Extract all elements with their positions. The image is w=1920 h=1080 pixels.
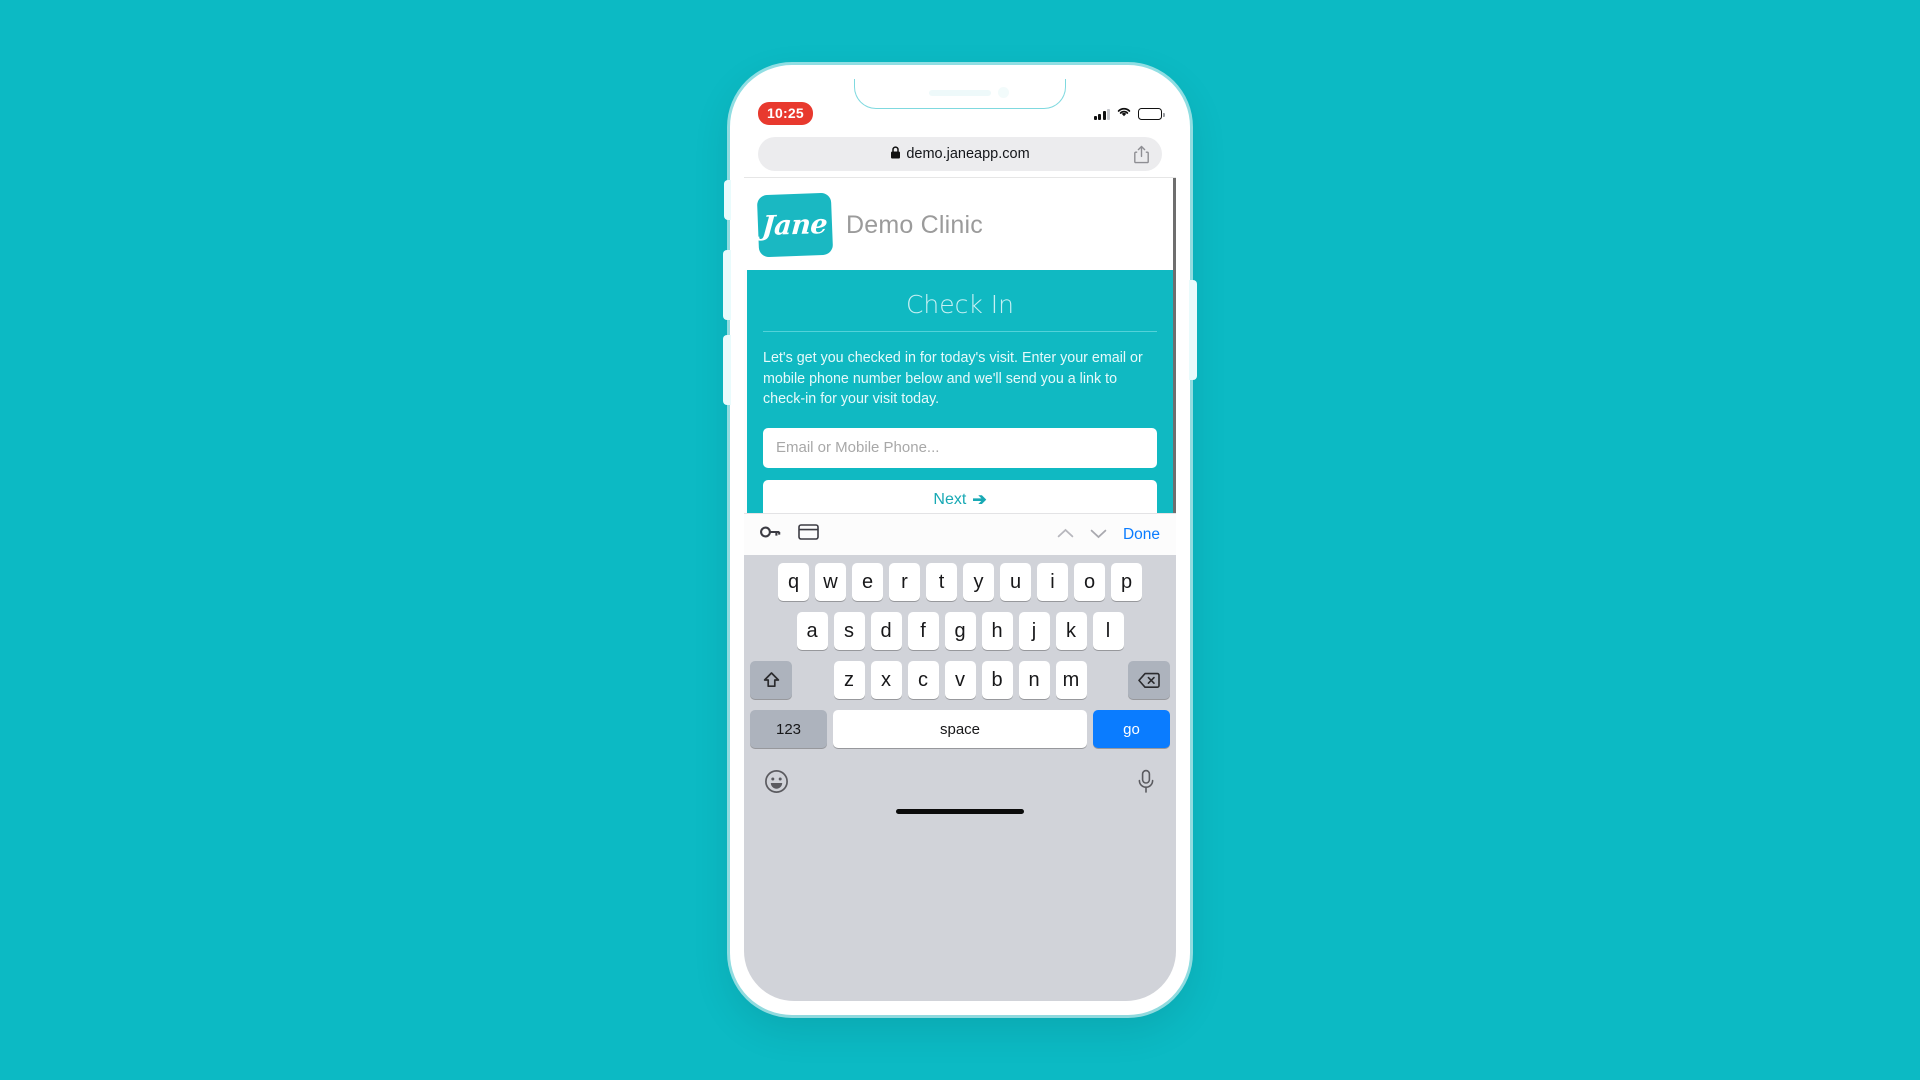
jane-logo: Jane xyxy=(756,192,834,258)
key-o[interactable]: o xyxy=(1074,563,1105,601)
next-button[interactable]: Next ➔ xyxy=(763,479,1157,513)
url-field[interactable]: demo.janeapp.com xyxy=(758,137,1162,171)
key-c[interactable]: c xyxy=(907,661,939,699)
key-w[interactable]: w xyxy=(815,563,846,601)
arrow-right-icon: ➔ xyxy=(972,489,987,509)
web-page-content: Jane Demo Clinic Check In Let's get you … xyxy=(744,177,1176,513)
recording-time-indicator[interactable]: 10:25 xyxy=(758,102,813,125)
on-screen-keyboard: Done qwertyuiop asdfghjkl zxcvbnm 123 sp… xyxy=(744,513,1176,1001)
key-l[interactable]: l xyxy=(1092,612,1124,650)
divider xyxy=(763,331,1157,332)
cellular-signal-icon xyxy=(1093,108,1110,120)
wifi-icon xyxy=(1116,105,1132,123)
keyboard-done-button[interactable]: Done xyxy=(1123,526,1160,544)
key-s[interactable]: s xyxy=(833,612,865,650)
checkin-instructions: Let's get you checked in for today's vis… xyxy=(763,350,1143,408)
url-text: demo.janeapp.com xyxy=(906,146,1030,162)
page-title: Demo Clinic xyxy=(846,210,983,239)
key-y[interactable]: y xyxy=(963,563,994,601)
key-f[interactable]: f xyxy=(907,612,939,650)
phone-screen: 10:25 demo.janeapp.com Jane Demo Clinic … xyxy=(744,79,1176,1001)
keyboard-keys: qwertyuiop asdfghjkl zxcvbnm 123 space g… xyxy=(744,555,1176,748)
checkin-heading: Check In xyxy=(905,290,1015,319)
keyboard-row-4: 123 space go xyxy=(747,710,1173,748)
key-j[interactable]: j xyxy=(1018,612,1050,650)
notch xyxy=(854,79,1066,109)
key-e[interactable]: e xyxy=(852,563,883,601)
key-a[interactable]: a xyxy=(796,612,828,650)
battery-icon xyxy=(1138,108,1165,120)
key-i[interactable]: i xyxy=(1037,563,1068,601)
status-bar-indicators xyxy=(1093,105,1165,123)
checkin-card: Check In Let's get you checked in for to… xyxy=(747,270,1173,513)
key-b[interactable]: b xyxy=(981,661,1013,699)
keyboard-accessory-toolbar: Done xyxy=(744,513,1176,555)
key-k[interactable]: k xyxy=(1055,612,1087,650)
jane-logo-text: Jane xyxy=(761,208,829,242)
emoji-icon[interactable] xyxy=(764,769,789,799)
key-u[interactable]: u xyxy=(1000,563,1031,601)
keyboard-row-2: asdfghjkl xyxy=(747,612,1173,650)
key-x[interactable]: x xyxy=(870,661,902,699)
page-scrollbar[interactable] xyxy=(1173,178,1176,513)
key-z[interactable]: z xyxy=(833,661,865,699)
numbers-key[interactable]: 123 xyxy=(750,710,827,748)
home-indicator[interactable] xyxy=(896,809,1024,814)
microphone-icon[interactable] xyxy=(1136,769,1156,799)
keyboard-row-3-letters: zxcvbnm xyxy=(833,661,1087,699)
lock-icon xyxy=(890,145,901,163)
keyboard-row-3: zxcvbnm xyxy=(747,661,1173,699)
next-button-label: Next xyxy=(933,490,967,508)
key-p[interactable]: p xyxy=(1111,563,1142,601)
phone-device-frame: 10:25 demo.janeapp.com Jane Demo Clinic … xyxy=(723,65,1197,1015)
email-or-phone-input[interactable] xyxy=(763,427,1157,468)
mute-switch-button[interactable] xyxy=(724,180,731,220)
key-t[interactable]: t xyxy=(926,563,957,601)
credit-card-icon[interactable] xyxy=(798,524,819,545)
space-key[interactable]: space xyxy=(833,710,1087,748)
volume-down-button[interactable] xyxy=(723,335,731,405)
key-q[interactable]: q xyxy=(778,563,809,601)
keyboard-bottom-row xyxy=(744,759,1176,803)
status-bar: 10:25 xyxy=(744,79,1176,131)
chevron-down-icon[interactable] xyxy=(1090,526,1107,544)
key-d[interactable]: d xyxy=(870,612,902,650)
front-camera-icon xyxy=(997,87,1009,98)
shift-key[interactable] xyxy=(750,661,792,699)
key-r[interactable]: r xyxy=(889,563,920,601)
browser-url-bar: demo.janeapp.com xyxy=(744,131,1176,177)
go-key[interactable]: go xyxy=(1093,710,1170,748)
power-button[interactable] xyxy=(1189,280,1197,380)
site-header: Jane Demo Clinic xyxy=(744,178,1176,270)
chevron-up-icon[interactable] xyxy=(1057,526,1074,544)
earpiece-speaker xyxy=(929,90,991,96)
backspace-key[interactable] xyxy=(1128,661,1170,699)
volume-up-button[interactable] xyxy=(723,250,731,320)
key-m[interactable]: m xyxy=(1055,661,1087,699)
key-h[interactable]: h xyxy=(981,612,1013,650)
keyboard-row-1: qwertyuiop xyxy=(747,563,1173,601)
key-n[interactable]: n xyxy=(1018,661,1050,699)
share-icon[interactable] xyxy=(1133,145,1150,169)
key-icon[interactable] xyxy=(760,525,781,544)
key-g[interactable]: g xyxy=(944,612,976,650)
key-v[interactable]: v xyxy=(944,661,976,699)
